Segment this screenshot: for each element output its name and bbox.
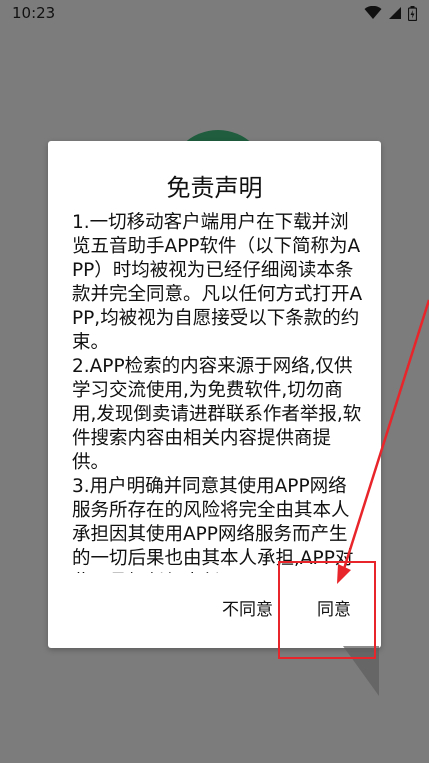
annotation-arrow-icon [337,299,429,584]
